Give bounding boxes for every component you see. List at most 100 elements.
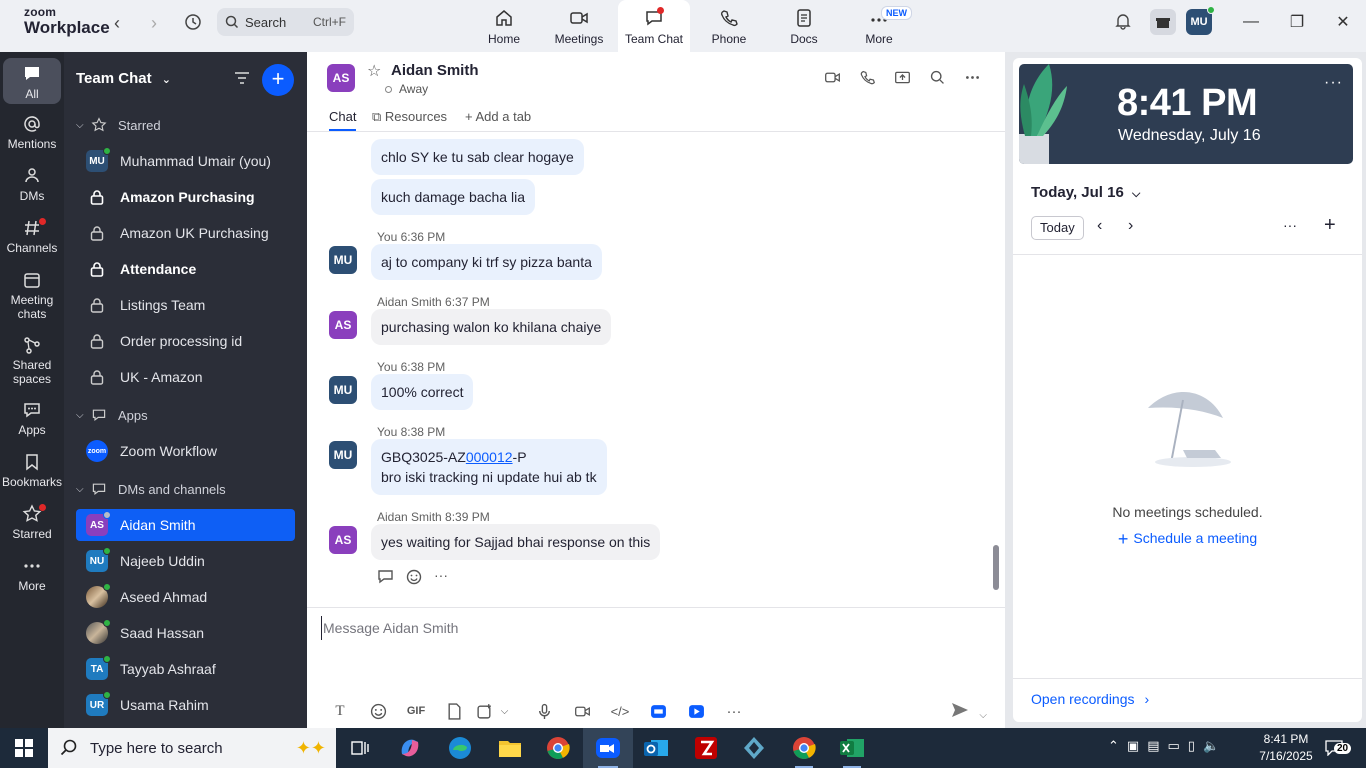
gif-button[interactable]: GIF [397, 700, 435, 722]
sidebar-item-attendance[interactable]: Attendance [76, 253, 295, 285]
gift-icon[interactable] [1150, 9, 1176, 35]
history-icon[interactable] [184, 13, 202, 34]
sidebar-item-amazon-purchasing[interactable]: Amazon Purchasing [76, 181, 295, 213]
phone-call-icon[interactable] [859, 69, 876, 89]
message-bubble[interactable]: 100% correct [371, 374, 474, 410]
sidebar-item-zoom-workflow[interactable]: zoom Zoom Workflow [76, 435, 295, 467]
reply-icon[interactable] [377, 569, 394, 588]
forward-arrow-icon[interactable]: › [151, 13, 157, 34]
tab-chat[interactable]: Chat [329, 109, 357, 131]
rail-starred[interactable]: Starred [0, 504, 64, 541]
emoji-reaction-icon[interactable] [406, 569, 422, 588]
rail-apps[interactable]: Apps [0, 400, 64, 437]
network-icon[interactable]: ▯ [1188, 738, 1195, 754]
sidebar-item-tayyab-ashraaf[interactable]: TA Tayyab Ashraaf [76, 653, 295, 685]
rail-dms[interactable]: DMs [0, 166, 64, 203]
sidebar-item-uk-amazon[interactable]: UK - Amazon [76, 361, 295, 393]
meet-now-icon[interactable]: ▣ [1127, 738, 1139, 754]
open-recordings-link[interactable]: Open recordings › [1031, 691, 1149, 707]
rail-channels[interactable]: Channels [0, 218, 64, 255]
restore-icon[interactable]: ❐ [1274, 12, 1320, 32]
sidebar-title[interactable]: Team Chat ⌄ [76, 70, 171, 87]
sidebar-item-listings-team[interactable]: Listings Team [76, 289, 295, 321]
screenshot-icon[interactable]: ⌵ [473, 700, 511, 722]
star-icon[interactable]: ☆ [367, 61, 381, 81]
chevron-right-icon[interactable]: › [1128, 217, 1133, 235]
microphone-icon[interactable] [525, 700, 563, 722]
message-bubble[interactable]: kuch damage bacha lia [371, 179, 535, 215]
search-icon[interactable] [929, 69, 946, 89]
section-dms-and-channels[interactable]: ⌵ DMs and channels [76, 473, 295, 505]
chat-scrollbar[interactable] [993, 545, 999, 590]
section-starred[interactable]: ⌵ Starred [76, 109, 295, 141]
tab-resources[interactable]: ⧉ Resources [372, 109, 447, 125]
app-integration-icon[interactable] [639, 700, 677, 722]
sidebar-item-order-processing-id[interactable]: Order processing id [76, 325, 295, 357]
user-avatar[interactable]: MU [1186, 6, 1215, 35]
message-bubble[interactable]: purchasing walon ko khilana chaiye [371, 309, 612, 345]
volume-icon[interactable]: 🔈 [1203, 738, 1219, 754]
avatar[interactable]: AS [329, 526, 357, 554]
rail-meeting-chats[interactable]: Meeting chats [0, 270, 64, 321]
notification-center-icon[interactable]: 20 [1325, 740, 1352, 759]
copilot-icon[interactable] [396, 734, 424, 762]
zoom-app-icon[interactable] [594, 734, 622, 762]
rail-mentions[interactable]: Mentions [0, 114, 64, 151]
message-input[interactable] [321, 616, 981, 640]
rail-bookmarks[interactable]: Bookmarks [0, 452, 64, 489]
chevron-left-icon[interactable]: ‹ [1097, 217, 1102, 235]
battery-icon[interactable]: ▭ [1168, 738, 1180, 754]
chrome-icon[interactable] [544, 734, 572, 762]
windows-start-icon[interactable] [15, 739, 33, 760]
zoom-clips-icon[interactable] [677, 700, 715, 722]
emoji-icon[interactable] [359, 700, 397, 722]
rail-all[interactable]: All [3, 58, 61, 104]
send-icon[interactable]: ⌵ [951, 702, 987, 721]
sidebar-item-usama-rahim[interactable]: UR Usama Rahim [76, 689, 295, 721]
rail-more[interactable]: More [0, 556, 64, 593]
chrome-profile-icon[interactable] [790, 734, 818, 762]
tab-home[interactable]: Home [468, 0, 540, 52]
sidebar-item-amazon-uk-purchasing[interactable]: Amazon UK Purchasing [76, 217, 295, 249]
outlook-icon[interactable] [642, 734, 670, 762]
message-bubble[interactable]: chlo SY ke tu sab clear hogaye [371, 139, 584, 175]
message-link[interactable]: 000012 [466, 449, 513, 465]
message-bubble[interactable]: GBQ3025-AZ000012-P bro iski tracking ni … [371, 439, 607, 495]
avatar[interactable]: AS [329, 311, 357, 339]
sidebar-item-najeeb-uddin[interactable]: NU Najeeb Uddin [76, 545, 295, 577]
global-search-box[interactable]: Search Ctrl+F [217, 8, 354, 36]
video-call-icon[interactable] [824, 69, 841, 89]
excel-icon[interactable] [838, 734, 866, 762]
add-event-icon[interactable]: + [1324, 214, 1336, 237]
calendar-date-header[interactable]: Today, Jul 16 ⌵ [1031, 184, 1140, 201]
sidebar-item-muhammad-umair[interactable]: MU Muhammad Umair (you) [76, 145, 295, 177]
bell-icon[interactable] [1114, 12, 1132, 33]
share-screen-icon[interactable] [894, 69, 911, 89]
taskbar-clock[interactable]: 8:41 PM 7/16/2025 [1256, 731, 1316, 765]
close-icon[interactable]: ✕ [1320, 12, 1366, 32]
sidebar-item-aidan-smith[interactable]: AS Aidan Smith [76, 509, 295, 541]
more-options-icon[interactable]: ··· [715, 700, 753, 722]
camera-icon[interactable]: ▤ [1147, 738, 1159, 754]
filezilla-icon[interactable] [692, 734, 720, 762]
message-list[interactable]: chlo SY ke tu sab clear hogaye kuch dama… [307, 133, 995, 606]
text-format-icon[interactable]: T [321, 700, 359, 722]
avatar[interactable]: MU [329, 376, 357, 404]
app-icon[interactable] [740, 734, 768, 762]
taskbar-search[interactable]: Type here to search ✦✦ [48, 728, 336, 768]
contact-avatar[interactable]: AS [327, 64, 355, 92]
today-button[interactable]: Today [1031, 216, 1084, 240]
code-snippet-icon[interactable]: </> [601, 700, 639, 722]
edge-browser-icon[interactable] [446, 734, 474, 762]
more-options-icon[interactable]: ··· [434, 568, 448, 588]
schedule-meeting-link[interactable]: + Schedule a meeting [1013, 529, 1362, 550]
minimize-icon[interactable]: — [1228, 13, 1274, 31]
tab-meetings[interactable]: Meetings [543, 0, 615, 52]
tab-team-chat[interactable]: Team Chat [618, 0, 690, 52]
sidebar-item-saad-hassan[interactable]: Saad Hassan [76, 617, 295, 649]
task-view-icon[interactable] [351, 739, 369, 760]
tab-phone[interactable]: Phone [693, 0, 765, 52]
more-options-icon[interactable]: ··· [1324, 74, 1343, 92]
chevron-up-icon[interactable]: ⌃ [1108, 738, 1119, 754]
tab-docs[interactable]: Docs [768, 0, 840, 52]
